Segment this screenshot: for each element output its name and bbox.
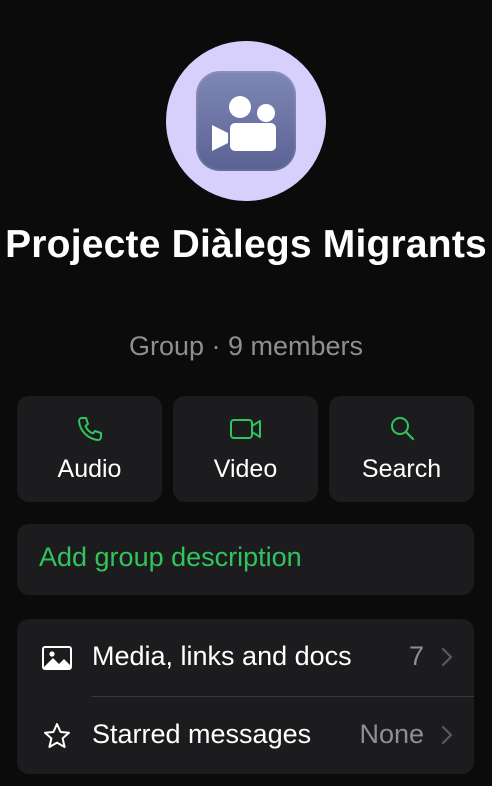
phone-icon xyxy=(17,414,162,444)
group-name: Projecte Diàlegs Migrants xyxy=(5,223,487,266)
search-label: Search xyxy=(361,455,442,483)
chevron-right-icon xyxy=(440,724,454,746)
group-info-list: Media, links and docs 7 Starred messages… xyxy=(17,619,474,774)
search-button[interactable]: Search xyxy=(329,396,474,502)
starred-messages-label: Starred messages xyxy=(92,719,312,749)
video-camera-people-icon xyxy=(196,71,296,171)
add-description-label: Add group description xyxy=(39,542,302,572)
star-icon xyxy=(41,721,73,751)
add-description-button[interactable]: Add group description xyxy=(17,524,474,595)
chevron-right-icon xyxy=(440,646,454,668)
group-member-count: Group · 9 members xyxy=(128,331,364,361)
media-count: 7 xyxy=(408,641,424,671)
media-links-docs-row[interactable]: Media, links and docs 7 xyxy=(17,619,474,697)
image-icon xyxy=(41,643,73,673)
group-avatar[interactable] xyxy=(166,41,326,201)
video-label: Video xyxy=(213,455,278,483)
video-icon xyxy=(173,414,318,444)
audio-label: Audio xyxy=(57,455,122,483)
search-icon xyxy=(329,414,474,444)
starred-messages-row[interactable]: Starred messages None xyxy=(17,697,474,774)
audio-call-button[interactable]: Audio xyxy=(17,396,162,502)
media-links-docs-label: Media, links and docs xyxy=(92,641,352,671)
starred-count: None xyxy=(359,719,424,749)
video-call-button[interactable]: Video xyxy=(173,396,318,502)
